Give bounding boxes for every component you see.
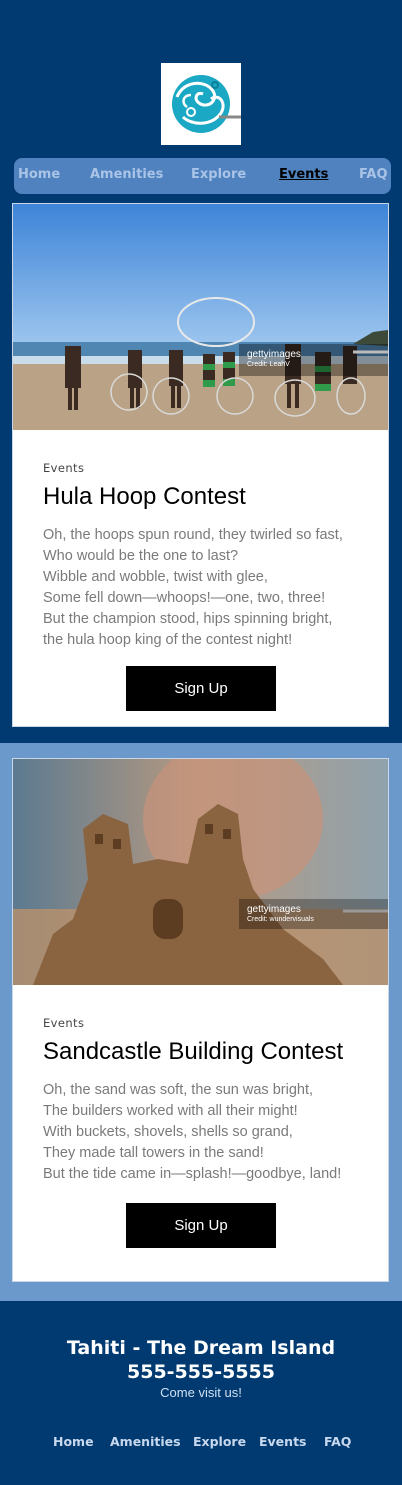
nav-item-amenities[interactable]: Amenities (90, 158, 163, 194)
beach-scene-image (13, 204, 388, 430)
card-title: Sandcastle Building Contest (43, 1038, 344, 1065)
site-footer: Tahiti - The Dream Island 555-555-5555 C… (0, 1301, 402, 1485)
footer-tagline: Come visit us! (160, 1385, 242, 1400)
hula-hoop-photo: gettyimages Credit: LeahV (13, 204, 388, 430)
second-event-section: gettyimages Credit: wundervisuals Events… (0, 743, 402, 1301)
card-title: Hula Hoop Contest (43, 483, 246, 510)
footer-nav-amenities[interactable]: Amenities (110, 1434, 181, 1449)
sign-up-button[interactable]: Sign Up (126, 1203, 276, 1248)
sandcastle-photo: gettyimages Credit: wundervisuals (13, 759, 388, 985)
nav-item-faq[interactable]: FAQ (359, 158, 388, 194)
nav-item-home[interactable]: Home (18, 158, 60, 194)
getty-watermark: gettyimages (247, 349, 301, 360)
footer-phone[interactable]: 555-555-5555 (0, 1361, 402, 1383)
sandcastle-scene-image (13, 759, 388, 985)
sign-up-button[interactable]: Sign Up (126, 666, 276, 711)
top-section: Home Amenities Explore Events FAQ gettyi… (0, 0, 402, 743)
card-category: Events (43, 461, 85, 475)
photo-credit: Credit: wundervisuals (247, 916, 314, 923)
swirl-logo-icon (172, 75, 241, 133)
card-description: Oh, the hoops spun round, they twirled s… (43, 527, 343, 648)
nav-item-events[interactable]: Events (279, 158, 328, 194)
footer-nav-home[interactable]: Home (53, 1434, 94, 1449)
photo-credit: Credit: LeahV (247, 361, 290, 368)
footer-nav-faq[interactable]: FAQ (324, 1434, 351, 1449)
getty-watermark: gettyimages (247, 904, 301, 915)
site-logo[interactable] (161, 63, 241, 145)
event-card-hula: gettyimages Credit: LeahV Events Hula Ho… (12, 203, 389, 727)
main-nav: Home Amenities Explore Events FAQ (14, 158, 391, 194)
footer-nav-events[interactable]: Events (259, 1434, 306, 1449)
card-category: Events (43, 1016, 85, 1030)
footer-title: Tahiti - The Dream Island (66, 1337, 336, 1359)
footer-nav-explore[interactable]: Explore (193, 1434, 246, 1449)
nav-item-explore[interactable]: Explore (191, 158, 246, 194)
event-card-sandcastle: gettyimages Credit: wundervisuals Events… (12, 758, 389, 1282)
card-description: Oh, the sand was soft, the sun was brigh… (43, 1082, 342, 1182)
